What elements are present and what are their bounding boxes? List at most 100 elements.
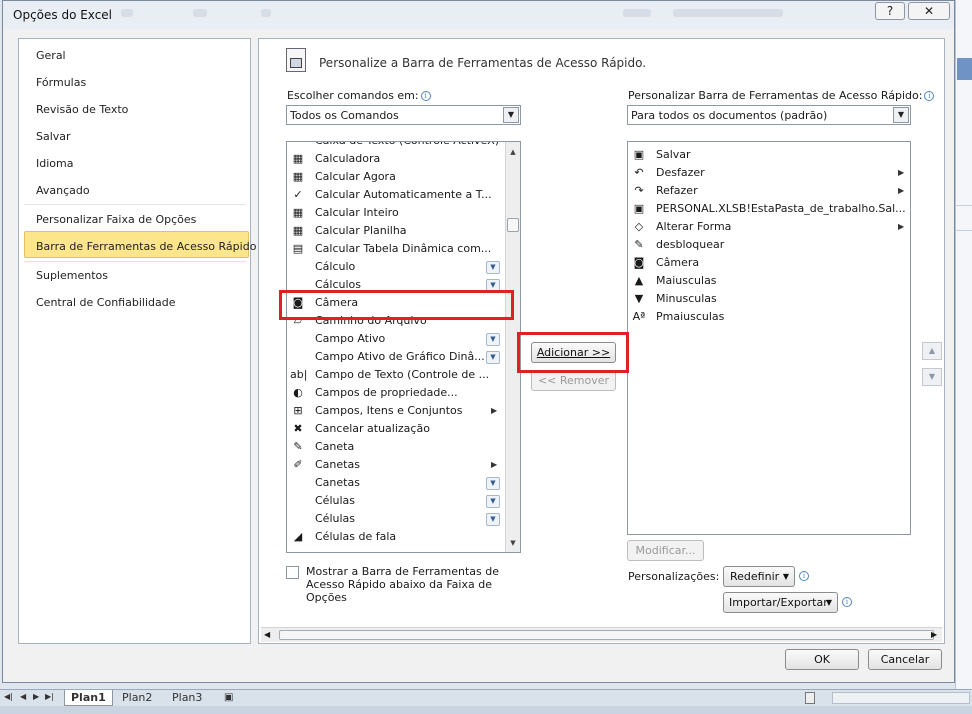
- blank-icon: [290, 332, 306, 346]
- speak-cells-icon: ◢: [293, 530, 303, 543]
- scroll-thumb[interactable]: [507, 218, 519, 232]
- command-item[interactable]: Canetas ▼: [288, 474, 504, 492]
- dropdown-arrow-icon[interactable]: ▼: [503, 107, 519, 123]
- pens-icon: ✐: [293, 458, 303, 471]
- scroll-left-icon[interactable]: ◀: [264, 630, 270, 639]
- show-below-checkbox[interactable]: [286, 566, 299, 579]
- group-dropdown-icon[interactable]: ▼: [486, 261, 500, 274]
- close-button[interactable]: ✕: [908, 2, 950, 20]
- reset-button[interactable]: Redefinir ▼: [723, 566, 795, 587]
- first-sheet-icon[interactable]: ◀|: [4, 692, 13, 701]
- command-item[interactable]: ▦ Calcular Agora: [288, 168, 504, 186]
- toolbar-list[interactable]: ▣ Salvar ↶ Desfazer ▶ ↷ Refazer ▶ ▣ PERSONAL.XLSB…: [627, 141, 911, 535]
- toolbar-item[interactable]: ▣ Salvar: [629, 146, 909, 164]
- command-label: Campos de propriedade...: [315, 386, 458, 399]
- command-item[interactable]: ab| Campo de Texto (Controle de ...: [288, 366, 504, 384]
- command-item[interactable]: Campo Ativo de Gráfico Dinâ... ▼: [288, 348, 504, 366]
- command-item[interactable]: ◐ Campos de propriedade...: [288, 384, 504, 402]
- prev-sheet-icon[interactable]: ◀: [20, 692, 26, 701]
- command-item[interactable]: ✓ Calcular Automaticamente a T...: [288, 186, 504, 204]
- modify-button[interactable]: Modificar...: [627, 540, 704, 561]
- toolbar-item[interactable]: ✎ desbloquear: [629, 236, 909, 254]
- command-item[interactable]: ✐ Canetas ▶: [288, 456, 504, 474]
- group-dropdown-icon[interactable]: ▼: [486, 351, 500, 364]
- command-item[interactable]: ▦ Calculadora: [288, 150, 504, 168]
- insert-sheet-icon[interactable]: ▣: [218, 690, 239, 706]
- import-export-label: Importar/Exportar: [729, 596, 828, 609]
- command-item[interactable]: Cálculo ▼: [288, 258, 504, 276]
- help-button[interactable]: ?: [875, 2, 905, 20]
- toolbar-item[interactable]: Aª Pmaiusculas: [629, 308, 909, 326]
- toolbar-item[interactable]: ↷ Refazer ▶: [629, 182, 909, 200]
- command-label: Células: [315, 494, 356, 507]
- ok-button[interactable]: OK: [785, 649, 859, 670]
- last-sheet-icon[interactable]: ▶|: [45, 692, 54, 701]
- choose-commands-select[interactable]: Todos os Comandos ▼: [286, 105, 521, 125]
- sheet-hscrollbar[interactable]: [832, 692, 970, 704]
- scroll-up-icon[interactable]: ▲: [506, 145, 520, 159]
- hscroll-thumb[interactable]: [279, 630, 934, 640]
- toolbar-item[interactable]: ◙ Câmera: [629, 254, 909, 272]
- toolbar-item[interactable]: ↶ Desfazer ▶: [629, 164, 909, 182]
- submenu-arrow-icon: ▶: [898, 168, 905, 177]
- nav-item-central-confiabilidade[interactable]: Central de Confiabilidade: [36, 296, 175, 309]
- group-dropdown-icon[interactable]: ▼: [486, 477, 500, 490]
- scroll-right-icon[interactable]: ▶: [931, 630, 937, 639]
- submenu-arrow-icon: ▶: [491, 406, 498, 415]
- command-item[interactable]: Células ▼: [288, 510, 504, 528]
- redo-icon: ↷: [634, 184, 644, 197]
- move-down-button[interactable]: ▼: [922, 368, 942, 386]
- group-dropdown-icon[interactable]: ▼: [486, 333, 500, 346]
- command-item[interactable]: ▦ Calcular Planilha: [288, 222, 504, 240]
- dropdown-arrow-icon[interactable]: ▼: [893, 107, 909, 123]
- import-export-button[interactable]: Importar/Exportar ▼: [723, 592, 838, 613]
- submenu-arrow-icon: ▶: [898, 186, 905, 195]
- move-up-button[interactable]: ▲: [922, 342, 942, 360]
- next-sheet-icon[interactable]: ▶: [33, 692, 39, 701]
- command-label: Calcular Planilha: [315, 224, 407, 237]
- nav-item-barra-acesso-rapido[interactable]: Barra de Ferramentas de Acesso Rápido: [36, 240, 256, 253]
- command-label: Campo de Texto (Controle de ...: [315, 368, 490, 381]
- group-dropdown-icon[interactable]: ▼: [486, 495, 500, 508]
- nav-item-idioma[interactable]: Idioma: [36, 157, 73, 170]
- scroll-down-icon[interactable]: ▼: [506, 536, 520, 550]
- toolbar-item[interactable]: ▣ PERSONAL.XLSB!EstaPasta_de_trabalho.Sal…: [629, 200, 909, 218]
- customize-toolbar-select[interactable]: Para todos os documentos (padrão) ▼: [627, 105, 911, 125]
- text-field-icon: ab|: [290, 368, 308, 381]
- command-label: Canetas: [315, 476, 360, 489]
- toolbar-item[interactable]: ▲ Maiusculas: [629, 272, 909, 290]
- nav-item-personalizar-faixa[interactable]: Personalizar Faixa de Opções: [36, 213, 196, 226]
- command-item[interactable]: ✎ Caneta: [288, 438, 504, 456]
- sheet-tab-plan3[interactable]: Plan3: [166, 690, 208, 706]
- toolbar-item[interactable]: ▼ Minusculas: [629, 290, 909, 308]
- command-label: Canetas: [315, 458, 360, 471]
- background-window-hint: [623, 9, 651, 17]
- toolbar-item[interactable]: ◇ Alterar Forma ▶: [629, 218, 909, 236]
- command-item[interactable]: ✖ Cancelar atualização: [288, 420, 504, 438]
- nav-item-revisao[interactable]: Revisão de Texto: [36, 103, 128, 116]
- nav-item-suplementos[interactable]: Suplementos: [36, 269, 108, 282]
- excel-status-bar: [0, 706, 972, 714]
- sheet-tab-plan2[interactable]: Plan2: [116, 690, 158, 706]
- panel-hscrollbar[interactable]: ◀ ▶: [261, 627, 942, 642]
- command-item[interactable]: ◢ Células de fala: [288, 528, 504, 546]
- group-dropdown-icon[interactable]: ▼: [486, 513, 500, 526]
- command-item[interactable]: ▤ Calcular Tabela Dinâmica com...: [288, 240, 504, 258]
- command-item[interactable]: ⊞ Campos, Itens e Conjuntos ▶: [288, 402, 504, 420]
- sheet-tab-plan1[interactable]: Plan1: [64, 690, 113, 706]
- nav-item-avancado[interactable]: Avançado: [36, 184, 90, 197]
- nav-item-geral[interactable]: Geral: [36, 49, 66, 62]
- nav-item-salvar[interactable]: Salvar: [36, 130, 71, 143]
- command-item[interactable]: Campo Ativo ▼: [288, 330, 504, 348]
- command-item[interactable]: Caixa de Texto (Controle ActiveX): [288, 142, 504, 150]
- commands-list[interactable]: Caixa de Texto (Controle ActiveX) ▦ Calcul…: [286, 141, 521, 553]
- nav-item-formulas[interactable]: Fórmulas: [36, 76, 86, 89]
- remove-button[interactable]: << Remover: [531, 370, 616, 391]
- hscroll-splitter[interactable]: [805, 692, 815, 704]
- toolbar-item-label: Maiusculas: [656, 274, 717, 287]
- command-item[interactable]: ▦ Calcular Inteiro: [288, 204, 504, 222]
- command-item[interactable]: Células ▼: [288, 492, 504, 510]
- customize-toolbar-value: Para todos os documentos (padrão): [631, 109, 828, 122]
- cancel-button[interactable]: Cancelar: [868, 649, 942, 670]
- options-nav: Geral Fórmulas Revisão de Texto Salvar I…: [18, 38, 256, 644]
